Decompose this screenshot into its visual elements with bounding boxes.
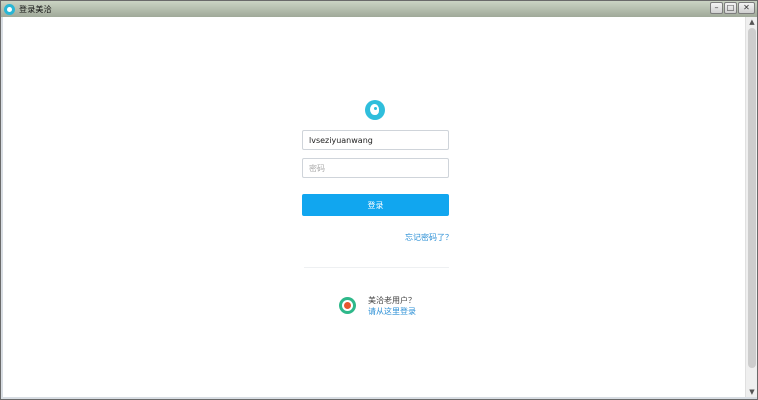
section-divider [304,267,449,268]
username-input[interactable] [302,130,449,150]
login-window: 登录美洽 – □ ✕ ▲ ▼ 登录 忘记密码了？ 美洽老用户？ 请从这里登录 [0,0,758,400]
old-meiqia-logo-icon [339,297,356,314]
close-button[interactable]: ✕ [738,2,755,14]
old-user-question: 美洽老用户？ [368,296,416,305]
scroll-down-arrow-icon[interactable]: ▼ [746,387,758,397]
window-title: 登录美洽 [19,4,52,14]
title-bar[interactable]: 登录美洽 – □ ✕ [1,1,757,17]
old-user-login-link[interactable]: 请从这里登录 [368,306,416,317]
forgot-password-link[interactable]: 忘记密码了？ [405,232,453,243]
vertical-scrollbar[interactable]: ▲ ▼ [745,17,757,397]
scroll-thumb[interactable] [748,28,756,368]
app-icon [4,3,15,15]
window-controls: – □ ✕ [710,2,755,14]
login-button[interactable]: 登录 [302,194,449,216]
maximize-button[interactable]: □ [724,2,737,14]
scroll-up-arrow-icon[interactable]: ▲ [746,17,758,27]
minimize-button[interactable]: – [710,2,723,14]
password-input[interactable] [302,158,449,178]
meiqia-bird-logo-icon [365,100,385,120]
